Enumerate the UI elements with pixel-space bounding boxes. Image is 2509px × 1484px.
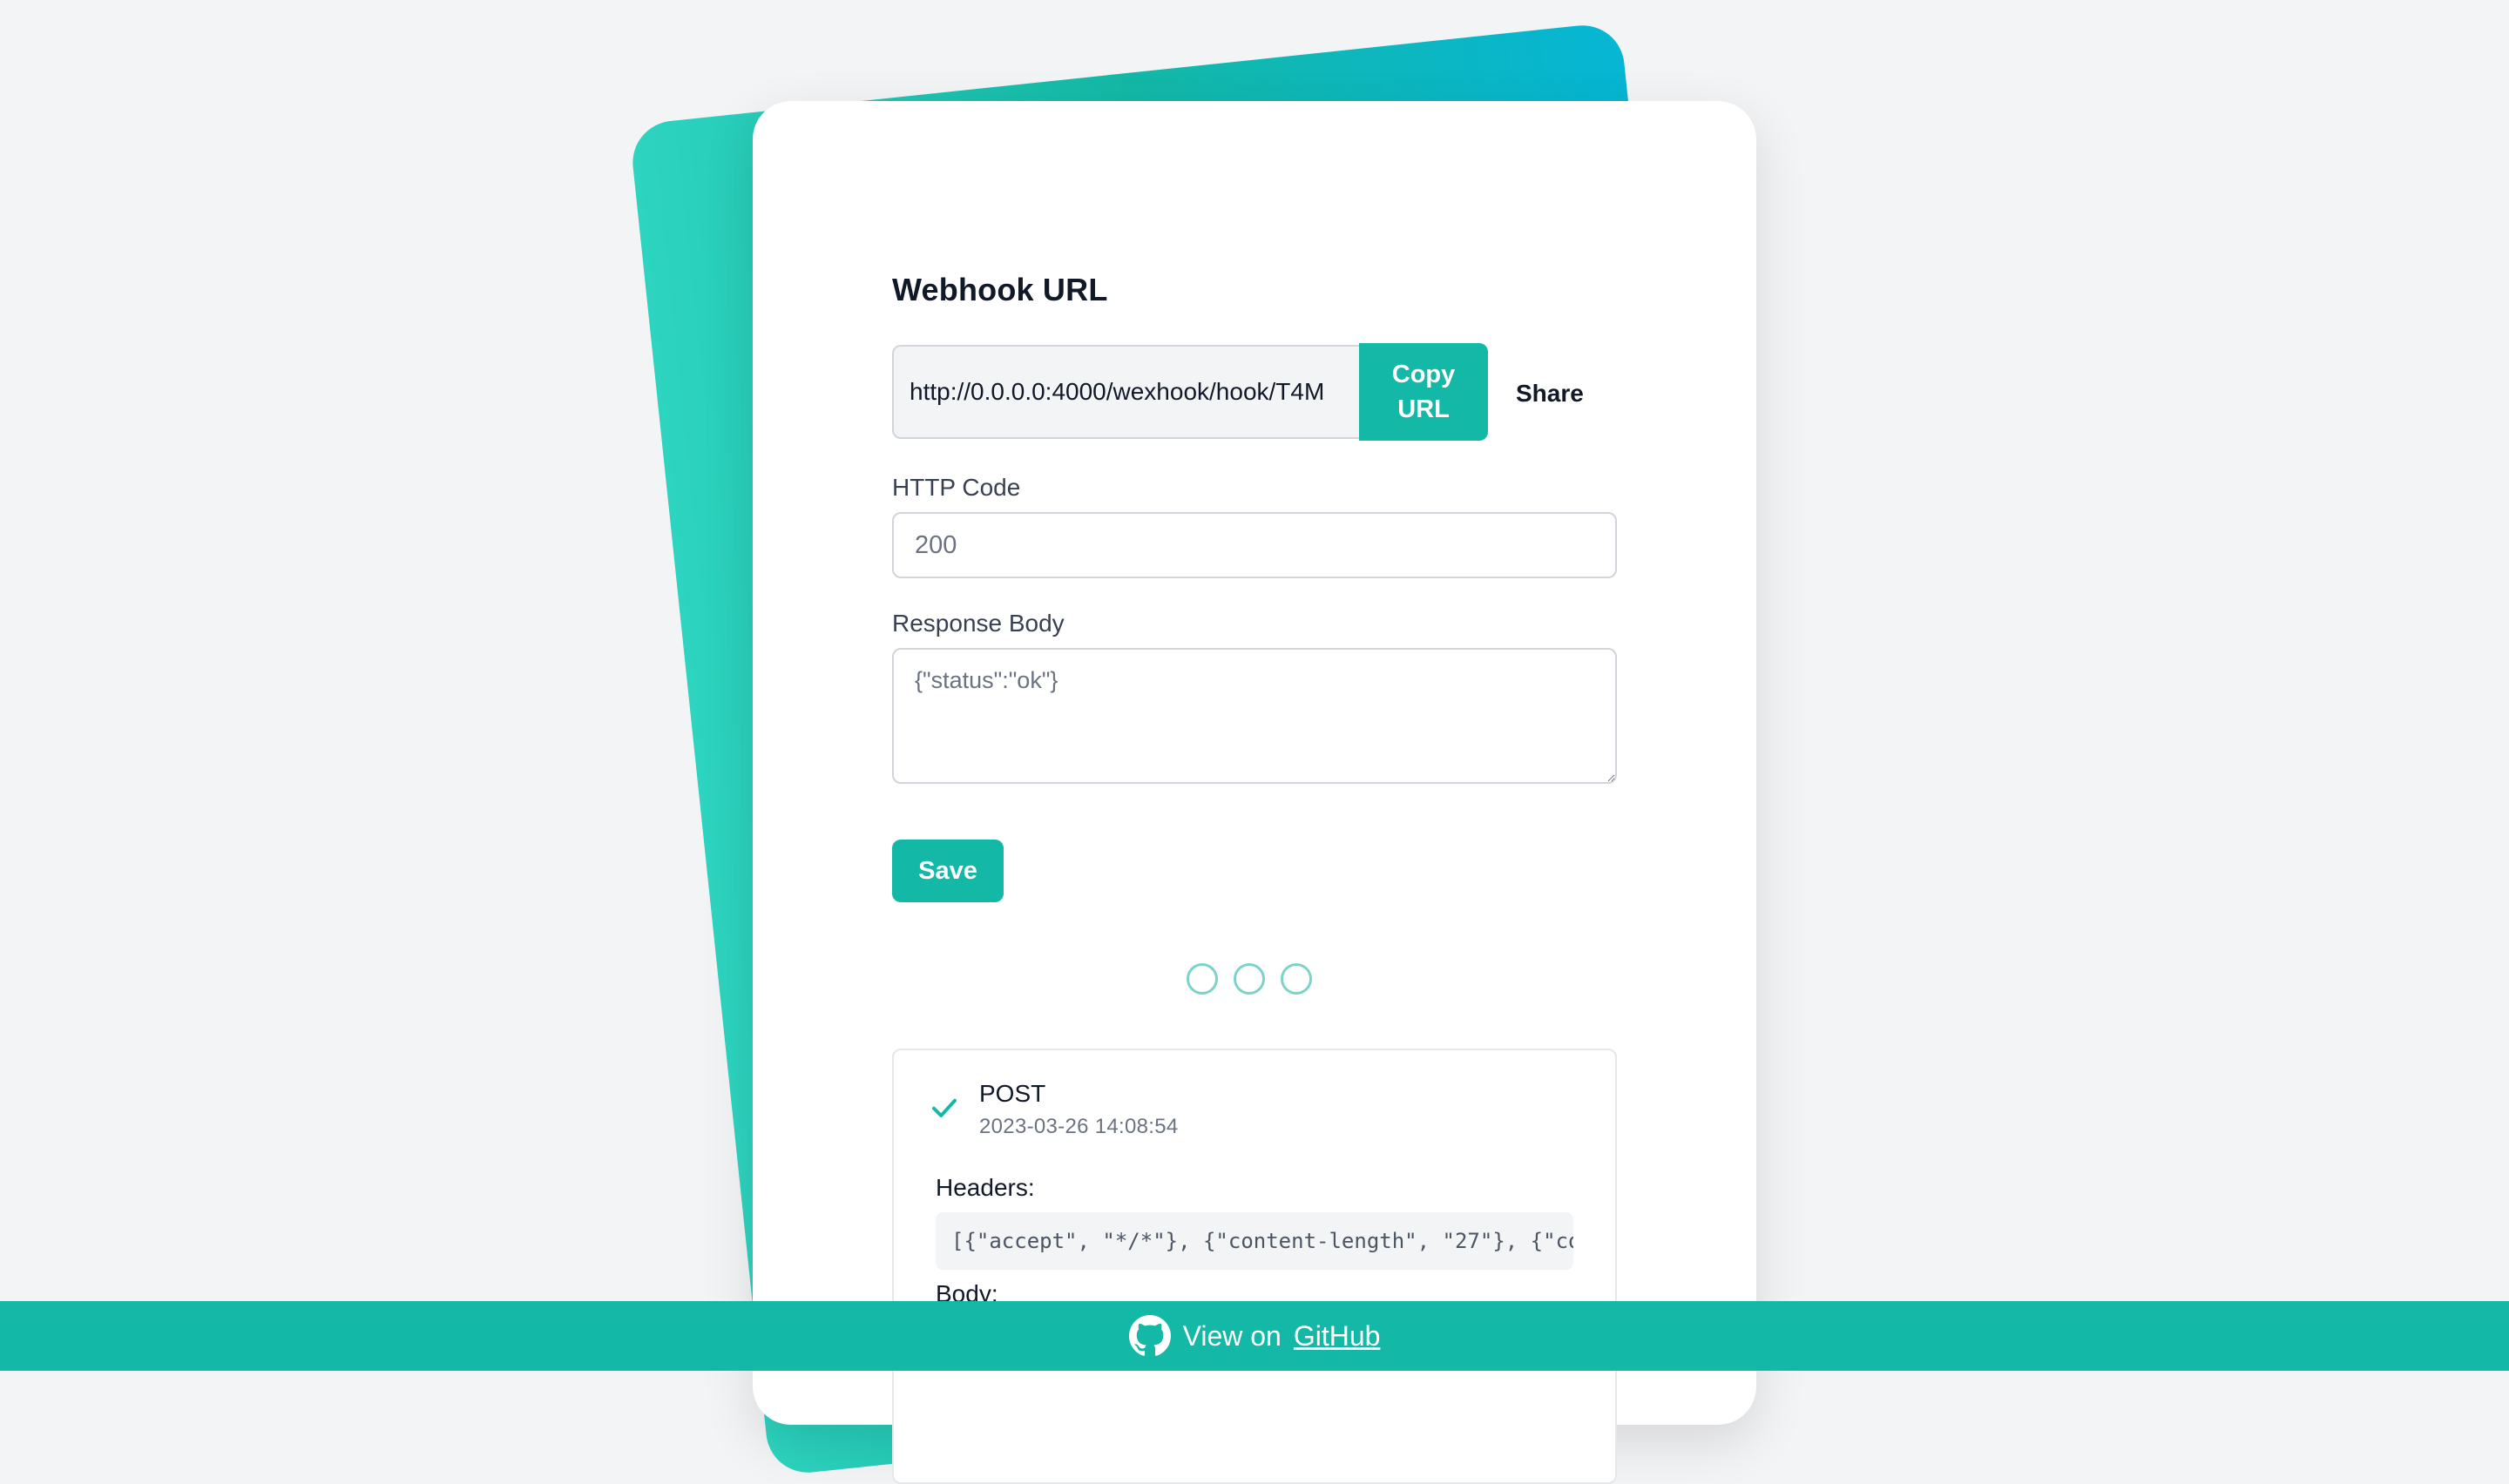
loading-dot: [1187, 963, 1218, 995]
footer-bar: View on GitHub: [0, 1301, 2509, 1371]
check-icon: [932, 1098, 957, 1117]
save-button[interactable]: Save: [892, 840, 1004, 902]
github-icon: [1128, 1315, 1171, 1356]
webhook-url-input[interactable]: [892, 345, 1359, 439]
http-code-input[interactable]: [892, 512, 1617, 578]
loading-indicator: [1187, 963, 1312, 995]
response-body-textarea[interactable]: [892, 648, 1617, 784]
request-timestamp: 2023-03-26 14:08:54: [979, 1115, 1179, 1138]
headers-label: Headers:: [936, 1174, 1035, 1201]
main-card: Webhook URL Copy URL Share HTTP Code Res…: [753, 101, 1756, 1484]
github-link[interactable]: GitHub: [1294, 1320, 1381, 1352]
copy-url-button[interactable]: Copy URL: [1359, 343, 1488, 441]
request-method: POST: [979, 1080, 1046, 1107]
request-entry: POST 2023-03-26 14:08:54 Headers: [{"acc…: [892, 1049, 1617, 1484]
webhook-url-title: Webhook URL: [892, 272, 1108, 307]
loading-dot: [1281, 963, 1312, 995]
http-code-label: HTTP Code: [892, 474, 1021, 501]
webhook-url-row: Copy URL Share: [892, 343, 1594, 442]
loading-dot: [1234, 963, 1265, 995]
response-body-label: Response Body: [892, 610, 1065, 637]
headers-code-block: [{"accept", "*/*"}, {"content-length", "…: [936, 1212, 1573, 1270]
share-button[interactable]: Share: [1505, 380, 1594, 408]
footer-prefix: View on: [1182, 1319, 1282, 1352]
